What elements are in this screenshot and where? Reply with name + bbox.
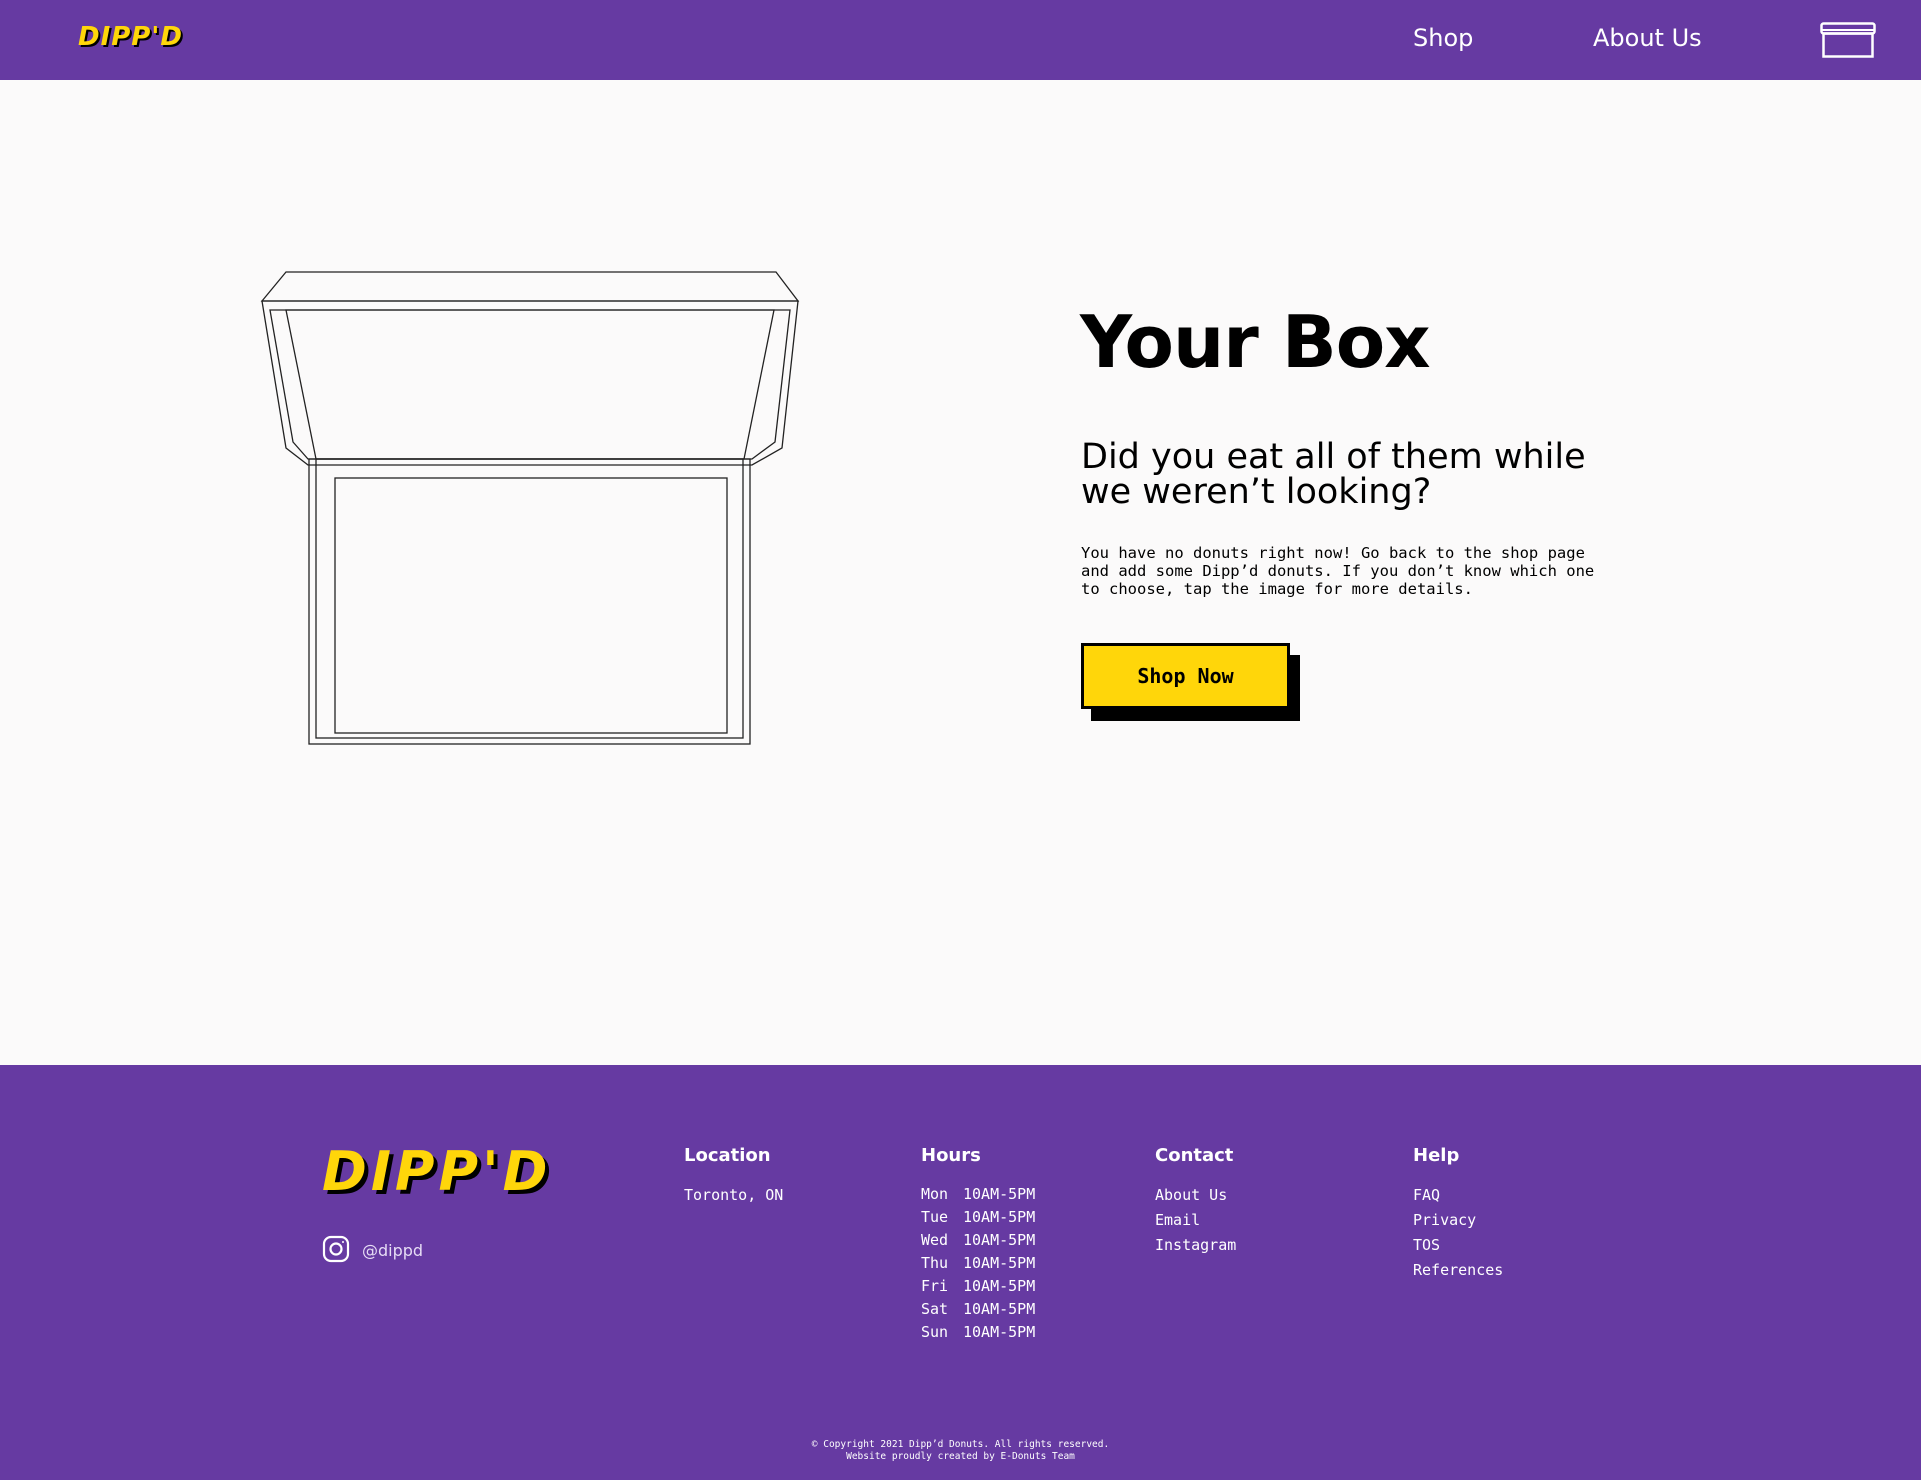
hours-row: Mon 10AM-5PM [921, 1183, 1035, 1206]
top-navbar: DIPP'D Shop About Us [0, 0, 1921, 80]
location-heading: Location [684, 1145, 771, 1166]
instagram-handle[interactable]: @dippd [362, 1241, 423, 1260]
nav-shop-link[interactable]: Shop [1413, 24, 1473, 52]
hours-time: 10AM-5PM [963, 1300, 1036, 1318]
hours-heading: Hours [921, 1145, 981, 1166]
contact-link-about-us[interactable]: About Us [1155, 1183, 1236, 1208]
hours-time: 10AM-5PM [963, 1277, 1036, 1295]
page-title: Your Box [1080, 300, 1431, 384]
instagram-icon[interactable] [322, 1235, 350, 1263]
hours-day: Sun [921, 1323, 949, 1341]
hours-row: Wed 10AM-5PM [921, 1229, 1035, 1252]
footer-logo: DIPP'D [322, 1140, 552, 1203]
hours-time: 10AM-5PM [963, 1208, 1036, 1226]
shop-now-button[interactable]: Shop Now [1081, 643, 1290, 709]
empty-box-subtitle: Did you eat all of them while we weren’t… [1081, 437, 1586, 512]
hours-row: Fri 10AM-5PM [921, 1275, 1035, 1298]
nav-about-us-link[interactable]: About Us [1593, 24, 1702, 52]
hours-row: Sat 10AM-5PM [921, 1298, 1035, 1321]
credits-line: Website proudly created by E-Donuts Team [846, 1451, 1075, 1462]
location-value: Toronto, ON [684, 1186, 784, 1204]
help-link-privacy[interactable]: Privacy [1413, 1208, 1503, 1233]
shop-now-button-wrap: Shop Now [1081, 643, 1300, 723]
hours-row: Tue 10AM-5PM [921, 1206, 1035, 1229]
copyright: © Copyright 2021 Dipp’d Donuts. All righ… [0, 1439, 1921, 1463]
hours-day: Thu [921, 1254, 949, 1272]
copyright-line: © Copyright 2021 Dipp’d Donuts. All righ… [811, 1439, 1110, 1450]
hours-time: 10AM-5PM [963, 1323, 1036, 1341]
footer: DIPP'D @dippd Location Toronto, ON Hours… [0, 1065, 1921, 1480]
hours-day: Fri [921, 1277, 949, 1295]
hours-day: Wed [921, 1231, 949, 1249]
empty-donut-box-outline [260, 271, 800, 745]
box-icon[interactable] [1820, 22, 1876, 58]
contact-link-email[interactable]: Email [1155, 1208, 1236, 1233]
footer-contact-column: Contact About Us Email Instagram [1155, 1145, 1236, 1258]
hours-row: Thu 10AM-5PM [921, 1252, 1035, 1275]
help-heading: Help [1413, 1145, 1460, 1166]
help-link-faq[interactable]: FAQ [1413, 1183, 1503, 1208]
hours-time: 10AM-5PM [963, 1185, 1036, 1203]
footer-help-column: Help FAQ Privacy TOS References [1413, 1145, 1503, 1283]
help-link-references[interactable]: References [1413, 1258, 1503, 1283]
contact-link-instagram[interactable]: Instagram [1155, 1233, 1236, 1258]
footer-location-column: Location Toronto, ON [684, 1145, 783, 1208]
hours-day: Tue [921, 1208, 949, 1226]
logo[interactable]: DIPP'D [78, 22, 183, 52]
help-link-tos[interactable]: TOS [1413, 1233, 1503, 1258]
contact-heading: Contact [1155, 1145, 1234, 1166]
hours-row: Sun 10AM-5PM [921, 1321, 1035, 1344]
hours-time: 10AM-5PM [963, 1254, 1036, 1272]
hours-time: 10AM-5PM [963, 1231, 1036, 1249]
empty-box-description: You have no donuts right now! Go back to… [1081, 544, 1595, 598]
footer-hours-column: Hours Mon 10AM-5PM Tue 10AM-5PM Wed 10AM-5P… [921, 1145, 1035, 1344]
hours-day: Mon [921, 1185, 949, 1203]
hours-day: Sat [921, 1300, 949, 1318]
